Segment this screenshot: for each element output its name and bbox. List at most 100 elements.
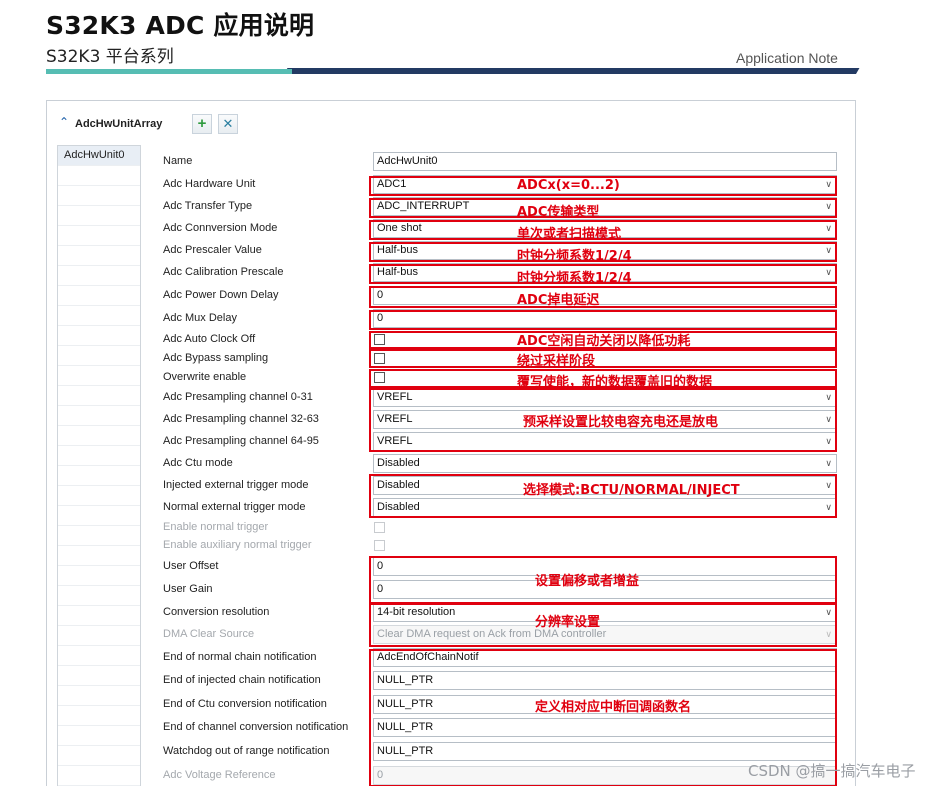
- annotation-resolution: 分辨率设置: [535, 615, 601, 630]
- list-item-empty: [58, 466, 140, 486]
- list-item-empty: [58, 326, 140, 346]
- overwrite-enable-checkbox[interactable]: [374, 372, 385, 383]
- chevron-down-icon[interactable]: ∨: [825, 389, 832, 406]
- plus-icon: +: [197, 115, 207, 132]
- adc-hardware-unit-value: ADC1: [377, 178, 407, 190]
- name-field[interactable]: AdcHwUnit0: [373, 152, 837, 171]
- chevron-down-icon[interactable]: ∨: [825, 626, 832, 643]
- config-panel: ⌃ AdcHwUnitArray + ✕ AdcHwUnit0 Name Adc…: [46, 100, 856, 786]
- add-button[interactable]: +: [192, 114, 212, 134]
- chevron-down-icon[interactable]: ∨: [825, 198, 832, 215]
- field-label-adc-hardware-unit: Adc Hardware Unit: [163, 178, 256, 190]
- adc-mux-delay-field[interactable]: 0: [373, 309, 837, 328]
- field-label-adc-voltage-reference: Adc Voltage Reference: [163, 769, 276, 781]
- list-item-empty: [58, 406, 140, 426]
- panel-header: ⌃ AdcHwUnitArray + ✕: [47, 101, 855, 143]
- adc-ctu-mode-select[interactable]: Disabled ∨: [373, 454, 837, 473]
- list-item-empty: [58, 486, 140, 506]
- normal-external-trigger-mode-value: Disabled: [377, 501, 420, 513]
- adc-voltage-reference-value: 0: [377, 769, 384, 781]
- chevron-down-icon[interactable]: ∨: [825, 220, 832, 237]
- document-type: Application Note: [736, 50, 838, 66]
- list-item-empty: [58, 506, 140, 526]
- header-rule-accent: [46, 69, 292, 74]
- adc-bypass-sampling-checkbox[interactable]: [374, 353, 385, 364]
- conversion-resolution-select[interactable]: 14-bit resolution ∨: [373, 603, 837, 622]
- chevron-down-icon[interactable]: ∨: [825, 411, 832, 428]
- list-item-empty: [58, 446, 140, 466]
- chevron-down-icon[interactable]: ∨: [825, 477, 832, 494]
- header-rule: [284, 68, 860, 74]
- annotation-overwrite: 覆写使能，新的数据覆盖旧的数据: [517, 375, 713, 390]
- end-of-normal-chain-notification-field[interactable]: AdcEndOfChainNotif: [373, 648, 837, 667]
- adc-power-down-delay-field[interactable]: 0: [373, 286, 837, 305]
- list-item-empty: [58, 246, 140, 266]
- panel-title: AdcHwUnitArray: [75, 118, 163, 130]
- adc-mux-delay-value: 0: [377, 312, 384, 324]
- watchdog-out-of-range-notification-value: NULL_PTR: [377, 745, 434, 757]
- chevron-down-icon[interactable]: ∨: [825, 433, 832, 450]
- field-label-adc-presampling-channel-32-63: Adc Presampling channel 32-63: [163, 413, 319, 425]
- adc-presampling-channel-64-95-select[interactable]: VREFL ∨: [373, 432, 837, 451]
- field-label-name: Name: [163, 155, 193, 167]
- adc-transfer-type-value: ADC_INTERRUPT: [377, 200, 470, 212]
- field-label-normal-external-trigger-mode: Normal external trigger mode: [163, 501, 306, 513]
- remove-button[interactable]: ✕: [218, 114, 238, 134]
- document-subtitle: S32K3 平台系列: [46, 47, 174, 67]
- chevron-down-icon[interactable]: ∨: [825, 242, 832, 259]
- name-value: AdcHwUnit0: [377, 155, 438, 167]
- field-label-adc-presampling-channel-64-95: Adc Presampling channel 64-95: [163, 435, 319, 447]
- field-label-adc-transfer-type: Adc Transfer Type: [163, 200, 253, 212]
- adc-presampling-channel-0-31-value: VREFL: [377, 391, 413, 403]
- field-label-adc-bypass-sampling: Adc Bypass sampling: [163, 352, 269, 364]
- conversion-resolution-value: 14-bit resolution: [377, 606, 456, 618]
- chevron-down-icon[interactable]: ∨: [825, 499, 832, 516]
- close-icon: ✕: [222, 116, 234, 131]
- list-item-empty: [58, 226, 140, 246]
- adc-auto-clock-off-checkbox[interactable]: [374, 334, 385, 345]
- chevron-down-icon[interactable]: ∨: [825, 455, 832, 472]
- field-label-adc-ctu-mode: Adc Ctu mode: [163, 457, 233, 469]
- list-item-empty: [58, 746, 140, 766]
- enable-normal-trigger-checkbox: [374, 522, 385, 533]
- field-label-adc-mux-delay: Adc Mux Delay: [163, 312, 237, 324]
- user-offset-value: 0: [377, 560, 384, 572]
- list-item-empty: [58, 766, 140, 786]
- end-of-injected-chain-notification-field[interactable]: NULL_PTR: [373, 671, 837, 690]
- end-of-channel-conversion-notification-value: NULL_PTR: [377, 721, 434, 733]
- adc-ctu-mode-value: Disabled: [377, 457, 420, 469]
- adc-connversion-mode-value: One shot: [377, 222, 422, 234]
- end-of-injected-chain-notification-value: NULL_PTR: [377, 674, 434, 686]
- chevron-down-icon[interactable]: ∨: [825, 604, 832, 621]
- document-title: S32K3 ADC 应用说明: [46, 11, 315, 40]
- watchdog-out-of-range-notification-field[interactable]: NULL_PTR: [373, 742, 837, 761]
- field-label-enable-normal-trigger: Enable normal trigger: [163, 521, 269, 533]
- end-of-channel-conversion-notification-field[interactable]: NULL_PTR: [373, 718, 837, 737]
- annotation-trigger-mode: 选择模式:BCTU/NORMAL/INJECT: [523, 483, 740, 498]
- highlight-box: [369, 349, 837, 368]
- list-item-empty: [58, 386, 140, 406]
- list-item-empty: [58, 586, 140, 606]
- hw-unit-list: AdcHwUnit0: [57, 145, 141, 786]
- adc-presampling-channel-0-31-select[interactable]: VREFL ∨: [373, 388, 837, 407]
- field-label-adc-power-down-delay: Adc Power Down Delay: [163, 289, 279, 301]
- normal-external-trigger-mode-select[interactable]: Disabled ∨: [373, 498, 837, 517]
- chevron-down-icon[interactable]: ∨: [825, 176, 832, 193]
- list-item-empty: [58, 626, 140, 646]
- adc-presampling-channel-32-63-value: VREFL: [377, 413, 413, 425]
- list-item-empty: [58, 526, 140, 546]
- annotation-prescaler: 时钟分频系数1/2/4: [517, 249, 632, 264]
- adc-transfer-type-select[interactable]: ADC_INTERRUPT ∨: [373, 197, 837, 216]
- field-label-injected-external-trigger-mode: Injected external trigger mode: [163, 479, 309, 491]
- list-item-empty: [58, 426, 140, 446]
- chevron-down-icon[interactable]: ∨: [825, 264, 832, 281]
- list-item-empty: [58, 566, 140, 586]
- annotation-bypass-sampling: 绕过采样阶段: [517, 354, 596, 369]
- list-item-empty: [58, 206, 140, 226]
- field-label-overwrite-enable: Overwrite enable: [163, 371, 247, 383]
- injected-external-trigger-mode-value: Disabled: [377, 479, 420, 491]
- field-label-adc-prescaler-value: Adc Prescaler Value: [163, 244, 262, 256]
- list-item[interactable]: AdcHwUnit0: [58, 146, 140, 166]
- field-label-end-of-ctu-conversion-notification: End of Ctu conversion notification: [163, 698, 327, 710]
- chevron-up-icon[interactable]: ⌃: [59, 115, 69, 129]
